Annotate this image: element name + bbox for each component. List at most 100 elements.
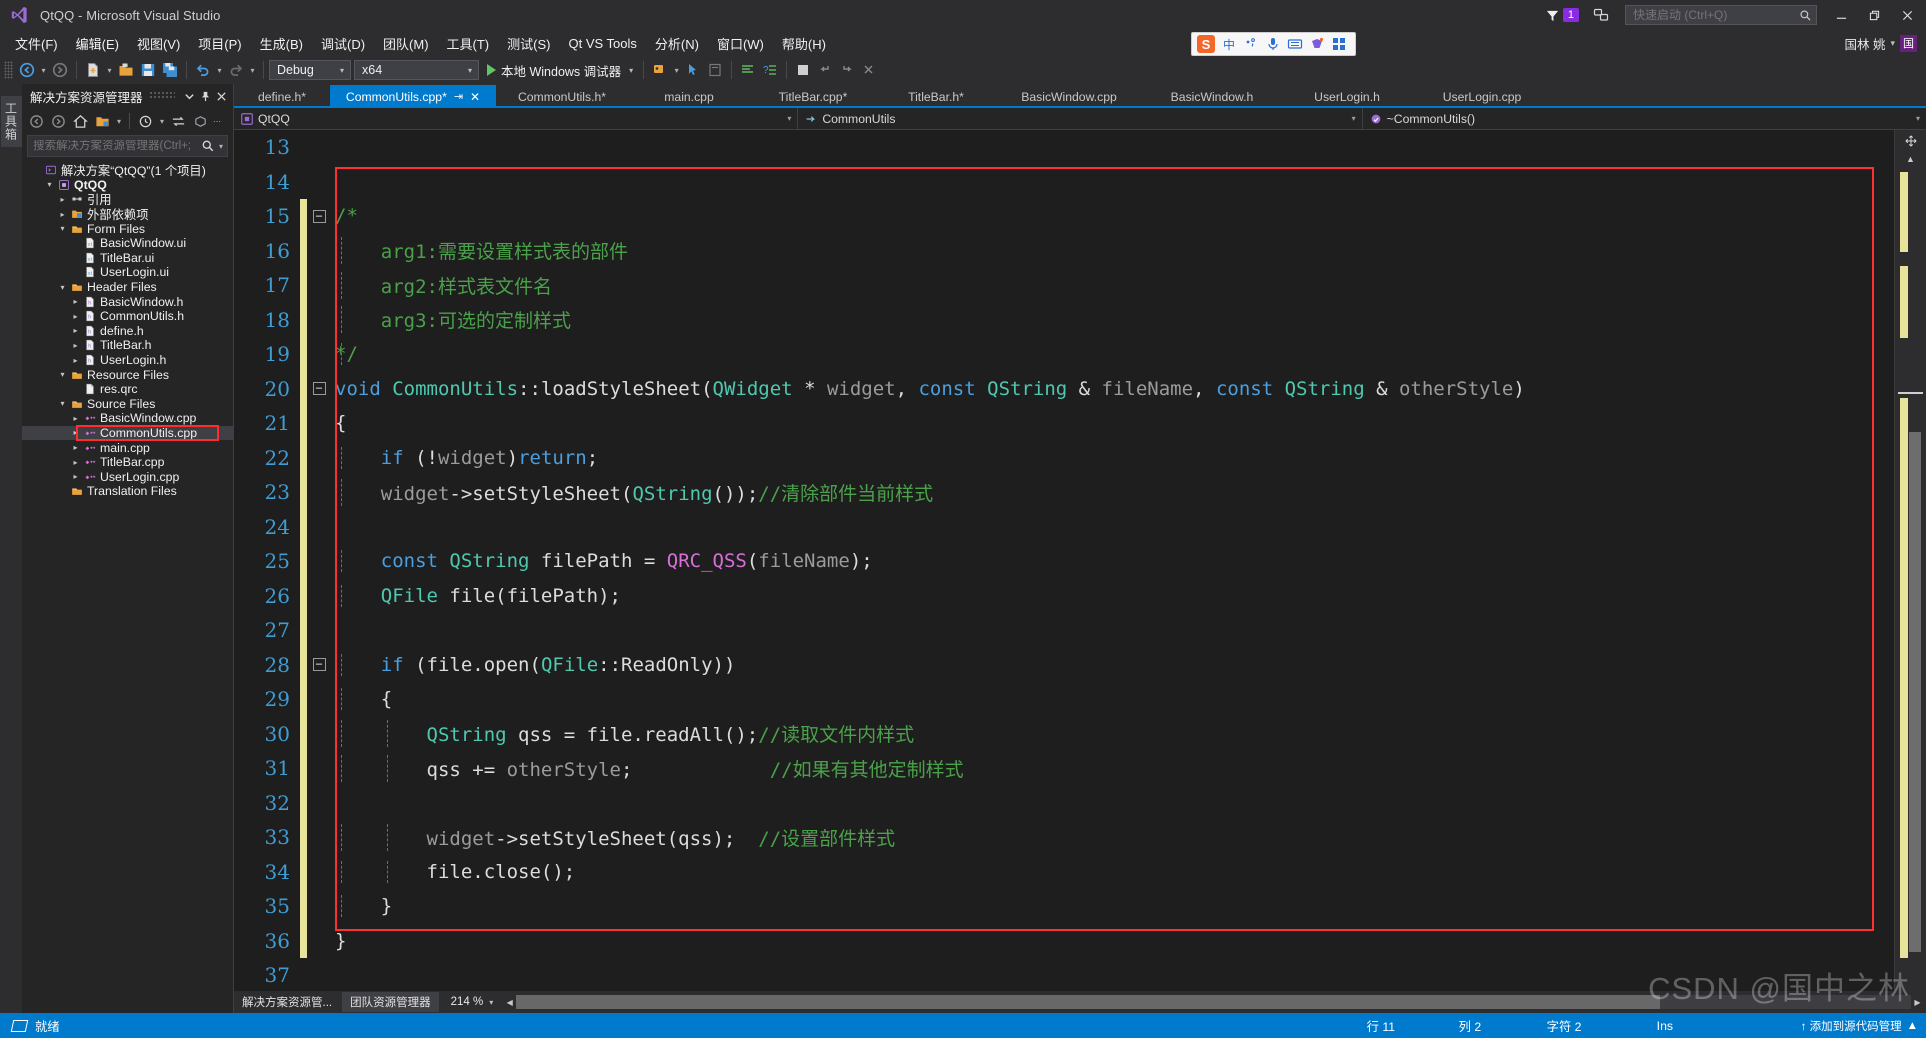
scrollbar-track[interactable]: [1895, 166, 1926, 991]
menu-item-3[interactable]: 项目(P): [189, 31, 250, 56]
menu-item-12[interactable]: 帮助(H): [773, 31, 835, 56]
code-line[interactable]: 36}: [234, 923, 1894, 958]
fold-toggle[interactable]: −: [307, 658, 331, 672]
chevron-down-icon[interactable]: ▾: [1890, 38, 1895, 49]
punctuation-icon[interactable]: [1243, 36, 1259, 52]
code-line[interactable]: 21 {: [234, 406, 1894, 441]
zoom-control[interactable]: 214 % ▾: [444, 993, 502, 1011]
twisty-icon[interactable]: ▾: [56, 224, 69, 233]
editor-tab-7[interactable]: BasicWindow.h: [1142, 85, 1282, 108]
overflow-icon[interactable]: ⋯: [212, 111, 222, 132]
quick-launch-input[interactable]: [1633, 8, 1799, 22]
menu-item-0[interactable]: 文件(F): [6, 31, 67, 56]
menu-item-7[interactable]: 工具(T): [438, 31, 499, 56]
start-debugging-button[interactable]: 本地 Windows 调试器 ▾: [482, 61, 638, 80]
attach-dropdown[interactable]: ▾: [671, 59, 682, 81]
restore-button[interactable]: [1858, 0, 1891, 30]
menu-item-8[interactable]: 测试(S): [498, 31, 559, 56]
ime-mode-toggle[interactable]: 中: [1221, 36, 1237, 52]
tree-item[interactable]: ▾ Source Files: [22, 397, 233, 412]
code-line[interactable]: 15 −/*: [234, 199, 1894, 234]
twisty-icon[interactable]: ▸: [69, 326, 82, 335]
tree-item[interactable]: ▾ QtQQ: [22, 178, 233, 193]
close-tab-icon[interactable]: ✕: [470, 90, 480, 104]
pending-changes-icon[interactable]: [135, 111, 156, 132]
code-line[interactable]: 17 arg2:样式表文件名: [234, 268, 1894, 303]
code-line[interactable]: 27: [234, 613, 1894, 648]
avatar[interactable]: 国: [1900, 34, 1917, 52]
save-all-icon[interactable]: [159, 59, 181, 81]
account-area[interactable]: 国林 姚 ▾ 国: [1844, 34, 1926, 53]
code-line-text[interactable]: arg3:可选的定制样式: [331, 306, 1894, 334]
code-editor-surface[interactable]: 13 14 15−/* 16 arg1:需要设置样式表的部件 17 arg2:样式表文件…: [234, 130, 1926, 991]
bookmark-icon[interactable]: [792, 59, 814, 81]
twisty-icon[interactable]: ▸: [69, 312, 82, 321]
vertical-scrollbar[interactable]: ▲: [1894, 130, 1926, 991]
code-line-text[interactable]: /*: [331, 205, 1894, 227]
code-line[interactable]: 33 widget->setStyleSheet(qss); //设置部件样式: [234, 820, 1894, 855]
chevron-down-icon[interactable]: ▾: [1344, 114, 1356, 123]
soft-keyboard-icon[interactable]: [1287, 36, 1303, 52]
code-line-text[interactable]: {: [331, 688, 1894, 711]
code-line-text[interactable]: if (!widget)return;: [331, 446, 1894, 469]
code-line-text[interactable]: arg1:需要设置样式表的部件: [331, 237, 1894, 265]
menu-item-9[interactable]: Qt VS Tools: [559, 33, 645, 54]
panel-tab-1[interactable]: 团队资源管理器: [342, 992, 439, 1012]
collapse-icon[interactable]: −: [312, 382, 326, 396]
twisty-icon[interactable]: ▸: [69, 297, 82, 306]
tree-item[interactable]: ui TitleBar.ui: [22, 251, 233, 266]
open-file-icon[interactable]: [115, 59, 137, 81]
editor-tab-3[interactable]: main.cpp: [628, 85, 750, 108]
code-line[interactable]: 35 }: [234, 889, 1894, 924]
code-line-text[interactable]: void CommonUtils::loadStyleSheet(QWidget…: [331, 378, 1894, 400]
chevron-down-icon[interactable]: ▾: [215, 142, 227, 151]
next-bookmark-icon[interactable]: [836, 59, 858, 81]
redo-dropdown[interactable]: ▾: [247, 59, 258, 81]
fold-toggle[interactable]: −: [307, 209, 331, 223]
previous-bookmark-icon[interactable]: [814, 59, 836, 81]
show-all-files-icon[interactable]: [92, 111, 113, 132]
twisty-icon[interactable]: ▾: [56, 399, 69, 408]
home-icon[interactable]: [70, 111, 91, 132]
tree-item[interactable]: ▸ UserLogin.cpp: [22, 469, 233, 484]
new-project-icon[interactable]: [82, 59, 104, 81]
code-line[interactable]: 34 file.close();: [234, 854, 1894, 889]
clear-bookmarks-icon[interactable]: [858, 59, 880, 81]
configuration-combo[interactable]: Debug ▾: [269, 60, 351, 80]
editor-tab-9[interactable]: UserLogin.cpp: [1412, 85, 1552, 108]
tree-item[interactable]: ▸ h BasicWindow.h: [22, 294, 233, 309]
tree-item[interactable]: ui BasicWindow.ui: [22, 236, 233, 251]
chevron-down-icon[interactable]: ▾: [483, 998, 499, 1007]
menu-item-6[interactable]: 团队(M): [374, 31, 438, 56]
code-line[interactable]: 32: [234, 785, 1894, 820]
collapse-icon[interactable]: −: [312, 209, 326, 223]
attach-icon[interactable]: [649, 59, 671, 81]
menu-item-10[interactable]: 分析(N): [646, 31, 708, 56]
code-line[interactable]: 26 QFile file(filePath);: [234, 578, 1894, 613]
minimize-button[interactable]: [1825, 0, 1858, 30]
code-line-text[interactable]: QFile file(filePath);: [331, 584, 1894, 607]
toolbox-icon[interactable]: [1331, 36, 1347, 52]
code-line-text[interactable]: widget->setStyleSheet(QString());//清除部件当…: [331, 478, 1894, 506]
tree-item[interactable]: ui UserLogin.ui: [22, 265, 233, 280]
code-line[interactable]: 20 − void CommonUtils::loadStyleSheet(QWid…: [234, 371, 1894, 406]
code-line-text[interactable]: }: [331, 895, 1894, 918]
cursor-select-icon[interactable]: [682, 59, 704, 81]
code-line-text[interactable]: */: [331, 343, 1894, 366]
twisty-icon[interactable]: ▸: [69, 428, 82, 437]
code-line-text[interactable]: const QString filePath = QRC_QSS(fileNam…: [331, 550, 1894, 573]
twisty-icon[interactable]: ▸: [56, 195, 69, 204]
chevron-down-icon[interactable]: ▾: [157, 111, 167, 132]
panel-drag-dots[interactable]: [148, 92, 175, 100]
code-line-text[interactable]: }: [331, 930, 1894, 952]
tree-item[interactable]: ▸ h TitleBar.h: [22, 338, 233, 353]
sync-with-active-document-icon[interactable]: [168, 111, 189, 132]
navigate-forward-icon[interactable]: [49, 59, 71, 81]
tree-item[interactable]: ▸ BasicWindow.cpp: [22, 411, 233, 426]
navbar-project-dropdown[interactable]: QtQQ ▾: [234, 108, 797, 130]
code-line[interactable]: 14: [234, 165, 1894, 200]
add-to-source-control[interactable]: ↑ 添加到源代码管理 ▲: [1801, 1018, 1926, 1034]
solution-search-box[interactable]: ▾: [27, 135, 228, 157]
code-line[interactable]: 25 const QString filePath = QRC_QSS(file…: [234, 544, 1894, 579]
save-icon[interactable]: [137, 59, 159, 81]
